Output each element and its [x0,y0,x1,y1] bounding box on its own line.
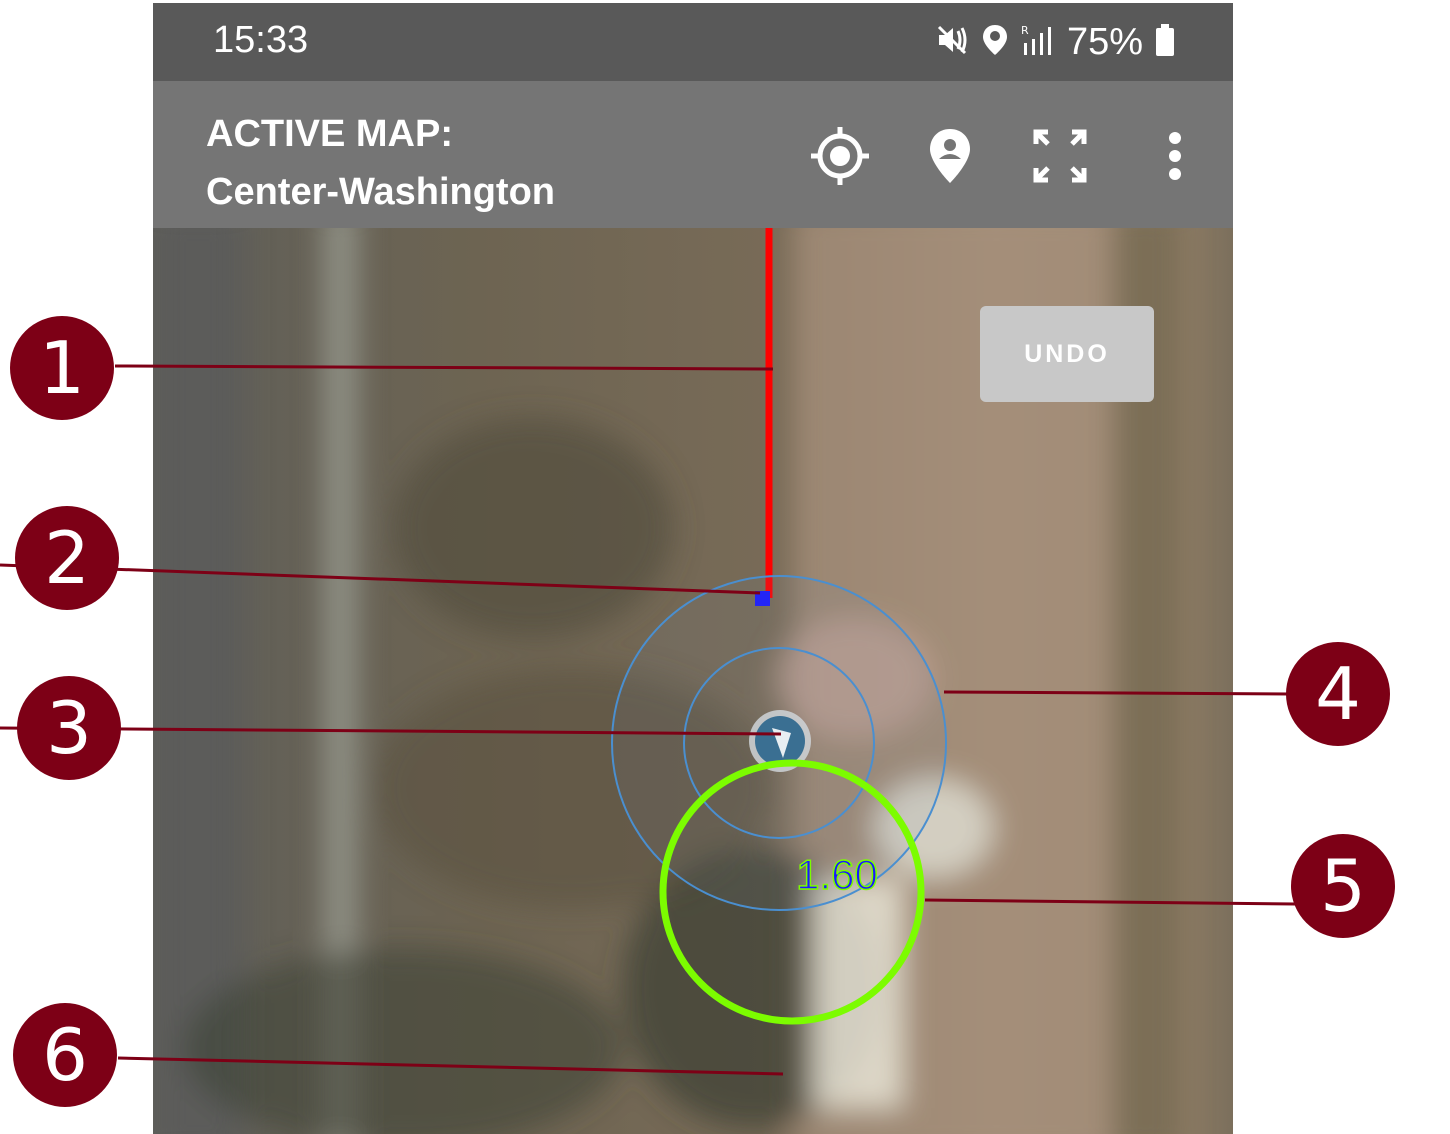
leader-line-5 [924,898,1296,906]
callout-1: 1 [10,316,114,420]
callout-6: 6 [13,1003,117,1107]
callout-5: 5 [1291,834,1395,938]
callout-2: 2 [15,506,119,610]
callout-4: 4 [1286,642,1390,746]
callout-leader-lines [0,364,1296,1076]
leader-line-4 [943,690,1291,696]
leader-line-6 [117,1056,784,1076]
leader-line-1 [114,364,774,371]
callout-3: 3 [17,676,121,780]
